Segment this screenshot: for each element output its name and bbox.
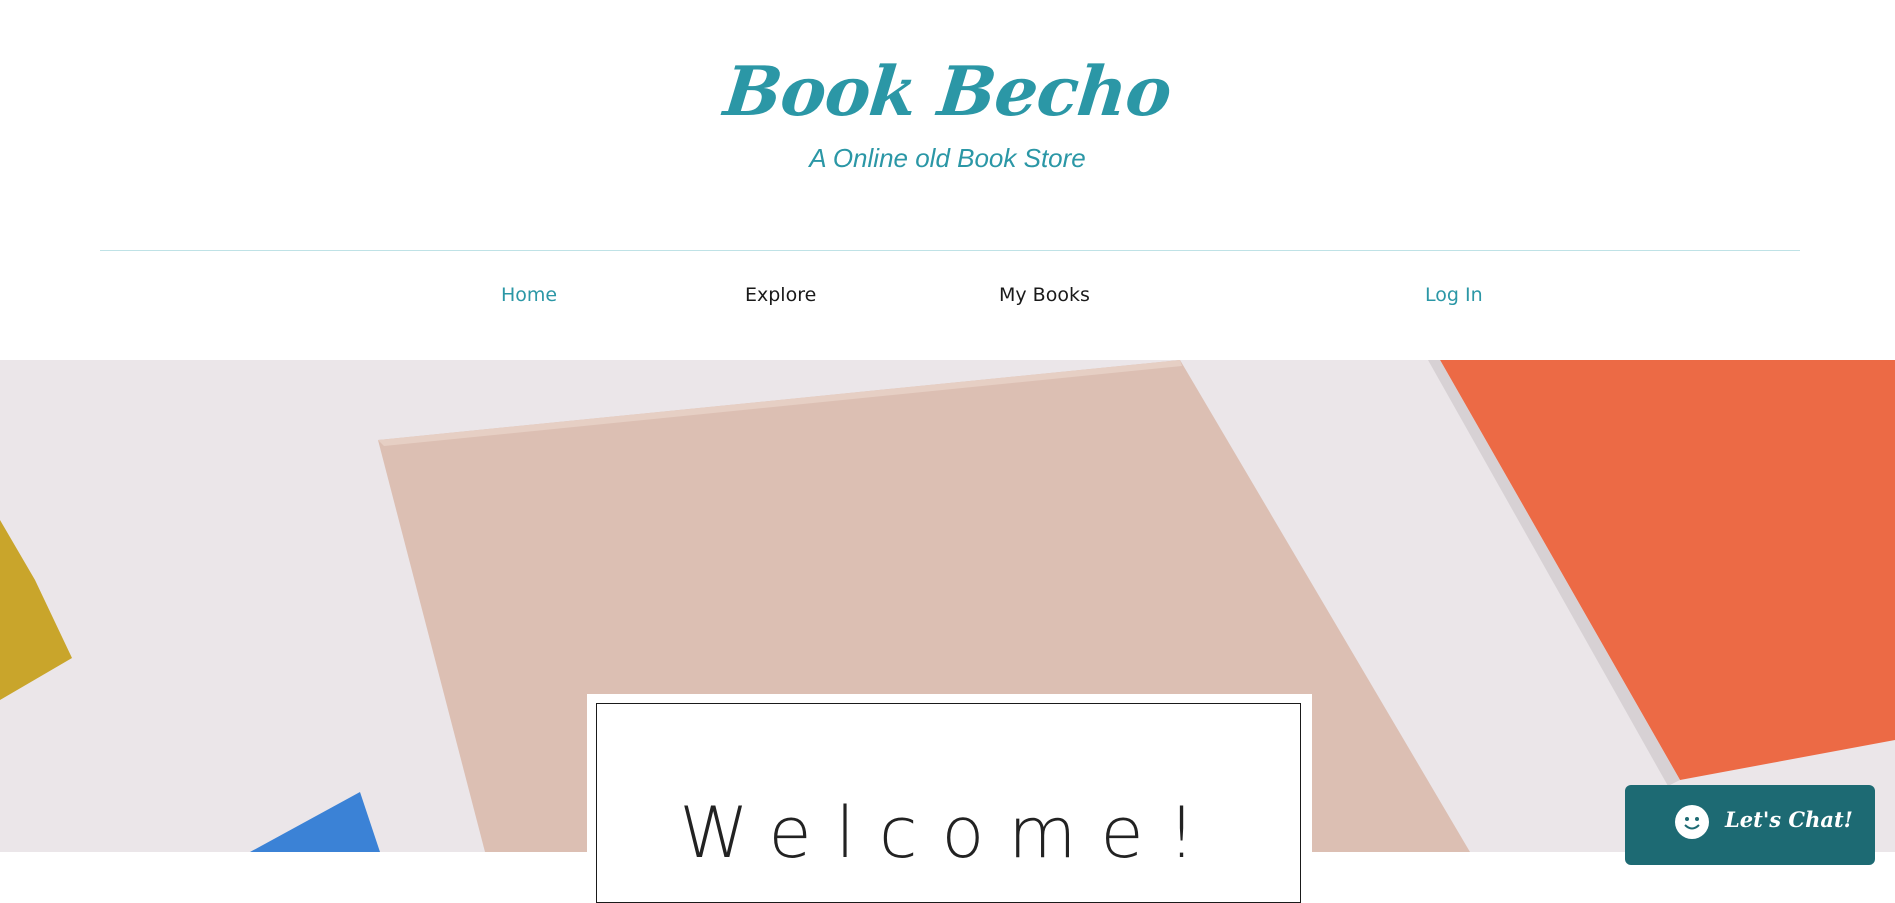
nav-log-in[interactable]: Log In [1425,284,1483,306]
welcome-heading: Welcome! [679,792,1220,874]
welcome-card: Welcome! [587,694,1312,903]
chat-label: Let's Chat! [1725,807,1853,832]
header-divider [100,250,1800,251]
welcome-frame: Welcome! [596,703,1301,903]
nav-home[interactable]: Home [501,284,557,306]
nav-explore[interactable]: Explore [745,284,816,306]
site-tagline: A Online old Book Store [809,143,1086,173]
chat-button[interactable]: Let's Chat! [1625,785,1875,865]
site-header: Book Becho A Online old Book Store Home … [0,0,1895,360]
nav-my-books[interactable]: My Books [999,284,1090,306]
smiley-chat-icon [1675,805,1709,839]
site-title[interactable]: Book Becho [0,52,1895,132]
